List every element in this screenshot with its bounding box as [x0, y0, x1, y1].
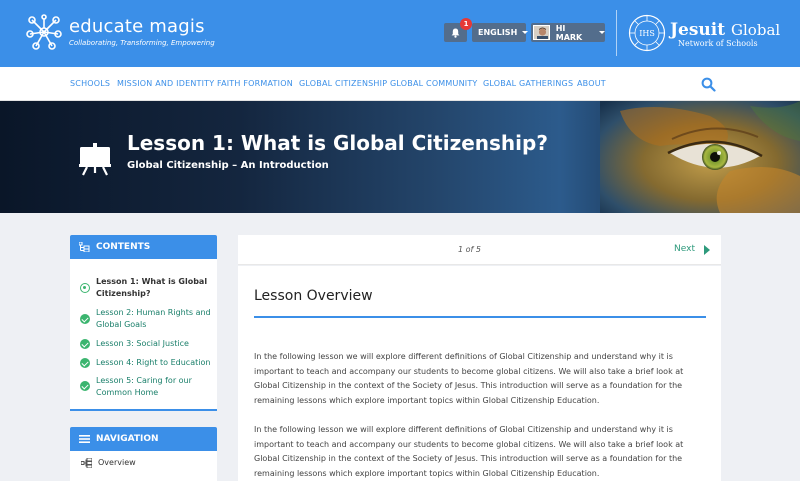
- avatar: [533, 25, 550, 40]
- navigation-list: Overview: [70, 451, 217, 481]
- content-paragraph: In the following lesson we will explore …: [254, 425, 684, 478]
- heading-divider: [254, 316, 706, 318]
- navigation-label: NAVIGATION: [96, 434, 159, 444]
- content-paragraph: In the following lesson we will explore …: [254, 352, 684, 405]
- jesuit-seal-icon[interactable]: IHS: [628, 14, 666, 52]
- lesson-item-1[interactable]: Lesson 1: What is Global Citizenship?: [96, 276, 214, 300]
- brand-tagline: Collaborating, Transforming, Empowering: [69, 39, 215, 47]
- lesson-pager: 1 of 5 Next: [238, 235, 721, 265]
- page-subtitle: Global Citizenship – An Introduction: [127, 160, 329, 171]
- chevron-down-icon: [522, 31, 529, 34]
- chevron-down-icon: [599, 31, 605, 34]
- bell-icon: [451, 28, 460, 38]
- partner-title[interactable]: Jesuit Global: [670, 20, 780, 40]
- check-circle-icon: [80, 339, 90, 349]
- navigation-header[interactable]: NAVIGATION: [70, 427, 217, 451]
- check-circle-icon: [80, 358, 90, 368]
- contents-label: CONTENTS: [96, 242, 151, 252]
- earth-eye-illustration: [600, 101, 800, 213]
- check-circle-icon: [80, 314, 90, 324]
- seal-text: IHS: [639, 29, 655, 38]
- language-dropdown[interactable]: ENGLISH: [472, 23, 529, 42]
- sitemap-icon: [79, 242, 90, 252]
- next-button[interactable]: Next: [674, 244, 695, 254]
- sitemap-icon: [81, 458, 92, 468]
- nav-item-global-citizenship[interactable]: GLOBAL CITIZENSHIP: [299, 79, 387, 88]
- play-arrow-icon[interactable]: [704, 245, 710, 255]
- language-label: ENGLISH: [478, 28, 518, 37]
- main-navigation: SCHOOLS MISSION AND IDENTITY FAITH FORMA…: [0, 67, 800, 101]
- check-circle-icon: [80, 381, 90, 391]
- hero-banner: [0, 101, 800, 213]
- search-icon[interactable]: [701, 77, 716, 92]
- educate-magis-logo-icon[interactable]: [24, 12, 64, 52]
- page-title: Lesson 1: What is Global Citizenship?: [127, 131, 548, 155]
- top-header: educate magis Collaborating, Transformin…: [0, 0, 800, 67]
- list-icon: [79, 435, 90, 443]
- lesson-content: Lesson Overview In the following lesson …: [238, 266, 721, 481]
- page-indicator: 1 of 5: [458, 245, 481, 254]
- user-greeting: HI MARK: [555, 23, 583, 42]
- nav-item-global-community[interactable]: GLOBAL COMMUNITY: [390, 79, 478, 88]
- nav-item-mission-and-identity[interactable]: MISSION AND IDENTITY: [117, 79, 214, 88]
- user-menu-dropdown[interactable]: HI MARK: [531, 23, 605, 42]
- notification-count-badge: 1: [460, 18, 472, 30]
- partner-subtitle: Network of Schools: [678, 39, 758, 48]
- lesson-item-4[interactable]: Lesson 4: Right to Education: [96, 357, 214, 369]
- nav-item-about[interactable]: ABOUT: [577, 79, 606, 88]
- presentation-board-icon: [79, 143, 111, 176]
- nav-item-faith-formation[interactable]: FAITH FORMATION: [217, 79, 293, 88]
- section-heading: Lesson Overview: [254, 288, 373, 304]
- nav-item-global-gatherings[interactable]: GLOBAL GATHERINGS: [483, 79, 573, 88]
- lesson-item-3[interactable]: Lesson 3: Social Justice: [96, 338, 214, 350]
- brand-name[interactable]: educate magis: [69, 16, 205, 37]
- lesson-item-2[interactable]: Lesson 2: Human Rights and Global Goals: [96, 307, 214, 331]
- current-lesson-icon: [80, 283, 90, 293]
- contents-list: Lesson 1: What is Global Citizenship? Le…: [70, 259, 217, 411]
- nav-item-overview[interactable]: Overview: [98, 458, 136, 467]
- lesson-item-5[interactable]: Lesson 5: Caring for our Common Home: [96, 375, 214, 399]
- header-divider: [616, 10, 617, 56]
- nav-item-schools[interactable]: SCHOOLS: [70, 79, 110, 88]
- contents-header[interactable]: CONTENTS: [70, 235, 217, 259]
